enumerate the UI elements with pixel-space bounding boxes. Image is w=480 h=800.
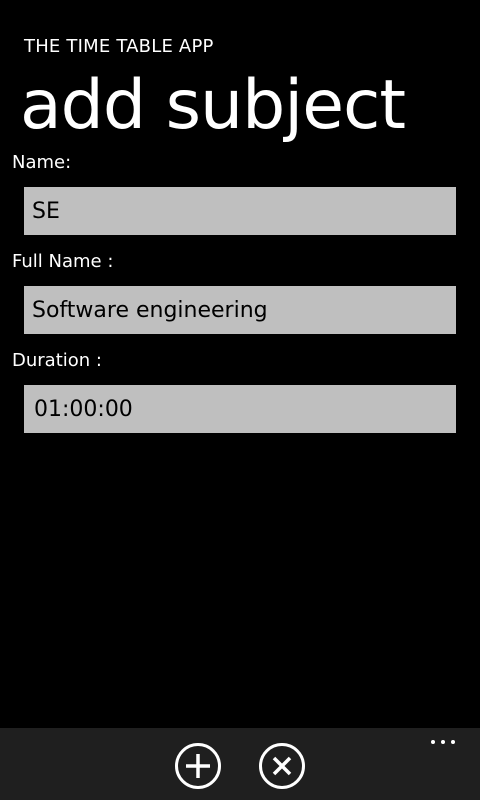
full-name-input[interactable]	[24, 286, 456, 334]
app-bar	[0, 728, 480, 800]
ellipsis-icon	[431, 740, 455, 744]
name-input[interactable]	[24, 187, 456, 235]
cancel-button[interactable]	[258, 742, 306, 790]
page-title: add subject	[20, 66, 406, 145]
add-button[interactable]	[174, 742, 222, 790]
add-icon	[175, 743, 221, 789]
cancel-icon	[259, 743, 305, 789]
name-label: Name:	[12, 152, 72, 173]
full-name-label: Full Name :	[12, 251, 114, 272]
duration-label: Duration :	[12, 350, 102, 371]
app-title: THE TIME TABLE APP	[24, 36, 214, 57]
duration-input[interactable]	[24, 385, 456, 433]
add-subject-screen: THE TIME TABLE APP add subject Name: Ful…	[0, 0, 480, 800]
more-button[interactable]	[428, 734, 460, 754]
